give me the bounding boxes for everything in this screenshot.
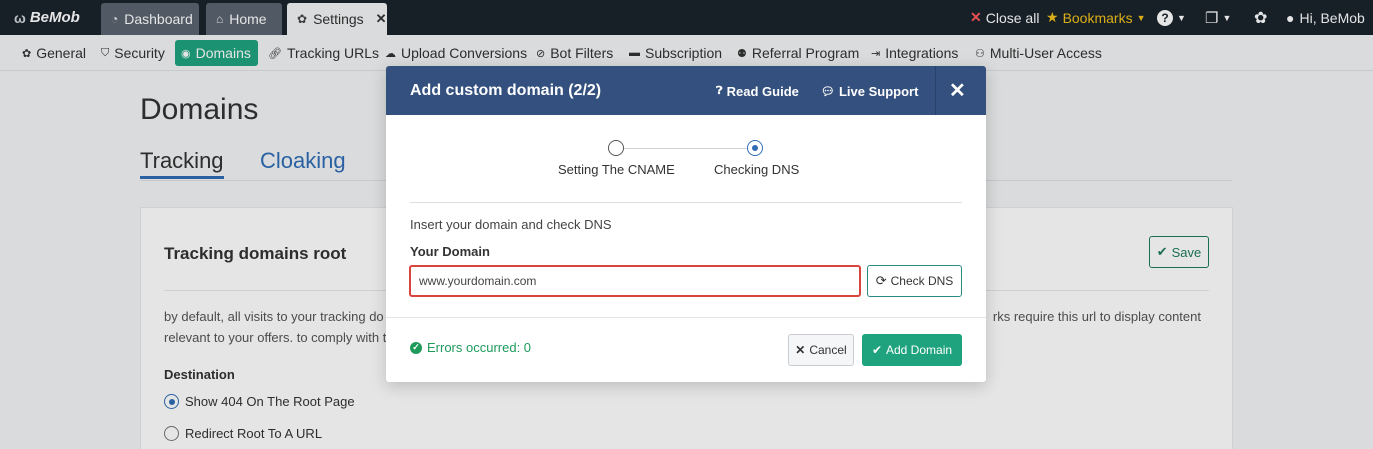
step-1-indicator: [608, 140, 624, 156]
your-domain-label: Your Domain: [410, 244, 490, 259]
live-support-link[interactable]: 💬︎ Live Support: [821, 84, 918, 99]
check-icon: ✔: [871, 343, 882, 357]
cancel-label: Cancel: [809, 343, 847, 357]
refresh-icon: ⟳: [875, 273, 887, 288]
check-dns-label: Check DNS: [890, 274, 954, 288]
step-2-label: Checking DNS: [714, 162, 800, 177]
modal-header: Add custom domain (2/2) ❓︎ Read Guide 💬︎…: [386, 66, 986, 115]
modal-divider: [410, 202, 962, 203]
cancel-button[interactable]: ✕ Cancel: [788, 334, 854, 366]
step-2-indicator: [747, 140, 763, 156]
domain-input[interactable]: [409, 265, 861, 297]
live-support-label: Live Support: [838, 84, 919, 99]
question-circle-icon: ❓︎: [716, 85, 723, 97]
add-domain-label: Add Domain: [886, 343, 953, 357]
add-domain-button[interactable]: ✔ Add Domain: [862, 334, 962, 366]
check-circle-icon: ✓: [410, 341, 422, 354]
errors-status-text: Errors occurred: 0: [427, 340, 532, 355]
read-guide-label: Read Guide: [726, 84, 799, 99]
close-icon: ✕: [949, 80, 966, 102]
footer-divider: [386, 317, 986, 318]
step-1-label: Setting The CNAME: [558, 162, 675, 177]
close-modal-button[interactable]: ✕: [949, 78, 966, 103]
check-dns-button[interactable]: ⟳ Check DNS: [867, 265, 962, 297]
chat-icon: 💬︎: [821, 86, 835, 98]
read-guide-link[interactable]: ❓︎ Read Guide: [716, 84, 799, 99]
stepper-line: [624, 148, 750, 149]
errors-status: ✓ Errors occurred: 0: [410, 340, 531, 355]
add-custom-domain-modal: Add custom domain (2/2) ❓︎ Read Guide 💬︎…: [386, 66, 986, 382]
header-separator: [935, 66, 936, 115]
modal-title: Add custom domain (2/2): [410, 82, 602, 99]
instruction-text: Insert your domain and check DNS: [410, 217, 612, 232]
close-icon: ✕: [795, 343, 806, 357]
